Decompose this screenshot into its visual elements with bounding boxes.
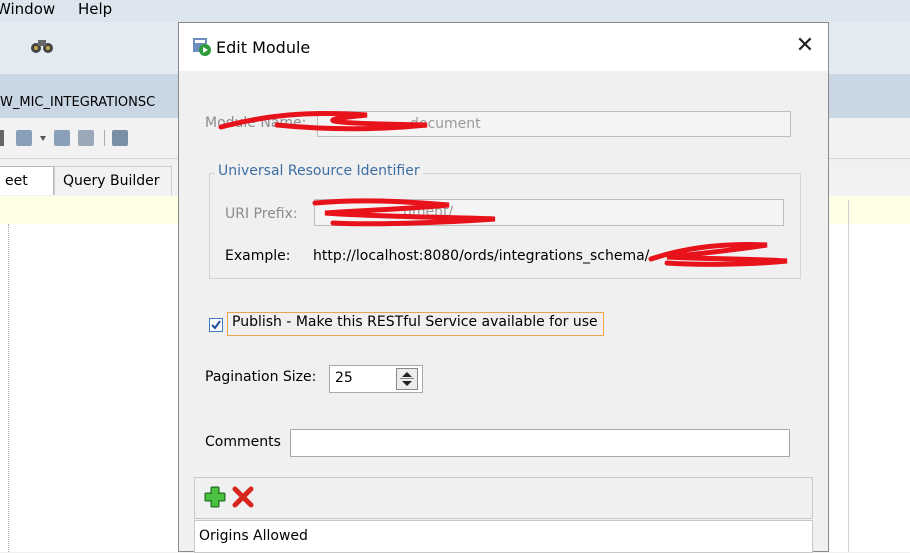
origins-allowed-header: Origins Allowed: [194, 520, 813, 553]
menu-bar: Window Help: [0, 0, 910, 22]
connection-title: W_MIC_INTEGRATIONSC: [0, 95, 156, 110]
publish-checkbox[interactable]: [209, 318, 223, 332]
pagination-size-value[interactable]: 25: [335, 370, 353, 386]
comments-label: Comments: [205, 434, 281, 450]
menu-help[interactable]: Help: [78, 0, 112, 18]
add-icon[interactable]: [203, 485, 227, 509]
editor-margin-line: [848, 200, 849, 552]
delete-icon[interactable]: [231, 485, 255, 509]
example-url: http://localhost:8080/ords/integrations_…: [313, 248, 650, 264]
module-icon: [193, 38, 211, 56]
pagination-size-label: Pagination Size:: [205, 369, 317, 385]
pagination-size-spinner[interactable]: 25: [329, 365, 423, 393]
checkmark-icon: [211, 320, 221, 330]
tab-worksheet[interactable]: eet: [0, 166, 54, 195]
worksheet-toolbar-icons[interactable]: [0, 126, 178, 150]
redaction-mark: [312, 198, 496, 227]
binoculars-icon[interactable]: [30, 36, 54, 56]
tab-query-builder[interactable]: Query Builder: [54, 166, 172, 195]
origins-toolbar: [194, 477, 813, 519]
comments-input[interactable]: [290, 429, 790, 457]
editor-gutter-line: [8, 224, 9, 552]
spinner-arrows-icon[interactable]: [397, 369, 417, 389]
menu-window[interactable]: Window: [0, 0, 55, 18]
spinner-buttons[interactable]: [396, 368, 418, 390]
uri-group-title: Universal Resource Identifier: [215, 163, 423, 179]
publish-label[interactable]: Publish - Make this RESTful Service avai…: [232, 314, 598, 330]
redaction-mark: [218, 111, 428, 132]
example-label: Example:: [225, 248, 291, 264]
dialog-titlebar: Edit Module ✕: [179, 23, 828, 71]
edit-module-dialog: Edit Module ✕ Module Name: document Univ…: [178, 22, 829, 553]
uri-prefix-label: URI Prefix:: [225, 206, 298, 222]
dialog-title: Edit Module: [216, 38, 311, 57]
close-button[interactable]: ✕: [791, 35, 819, 59]
redaction-mark: [648, 242, 788, 267]
